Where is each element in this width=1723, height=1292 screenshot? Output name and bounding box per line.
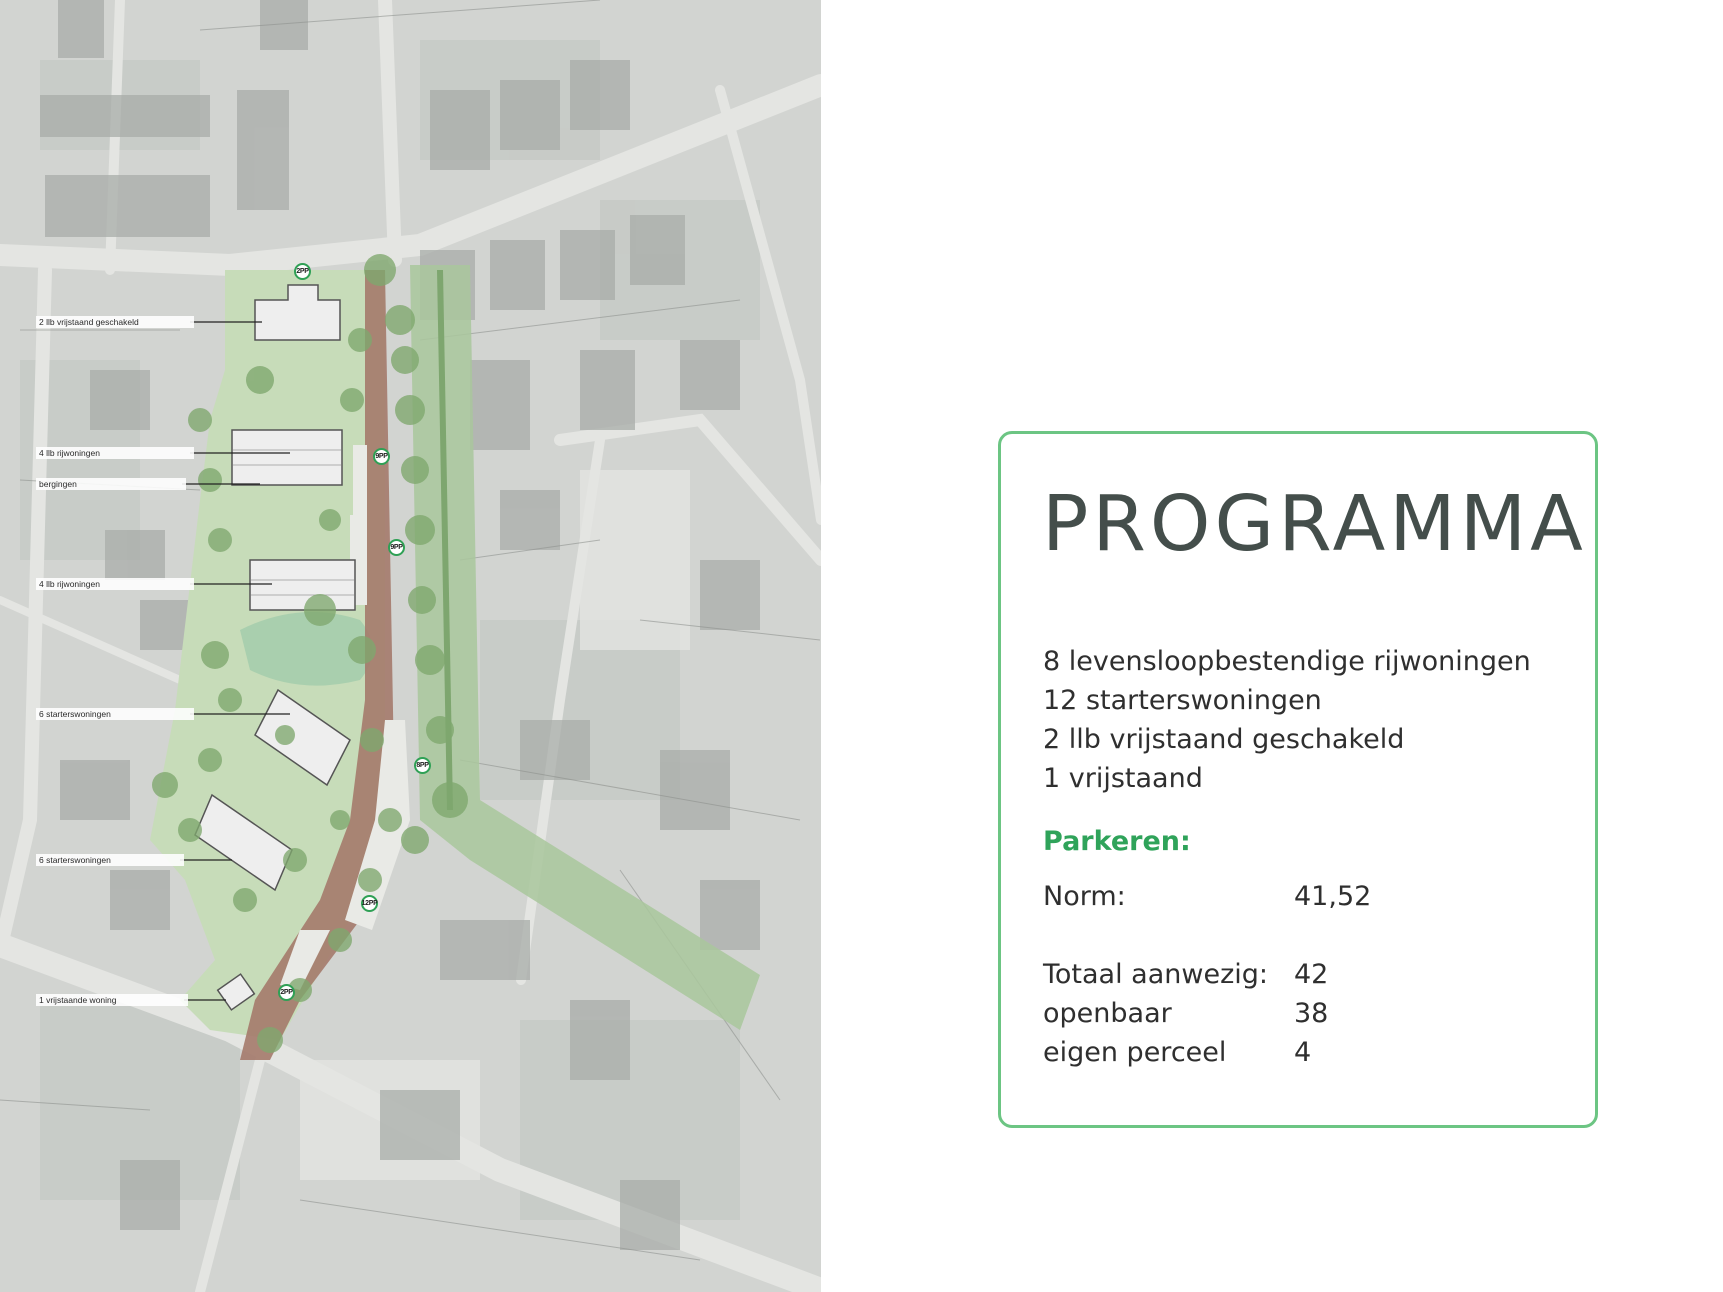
program-list: 8 levensloopbestendige rijwoningen 12 st…	[1043, 642, 1531, 798]
program-item: 1 vrijstaand	[1043, 763, 1203, 794]
program-item: 12 starterswoningen	[1043, 685, 1322, 716]
map-label: bergingen	[36, 478, 186, 490]
map-label: 6 starterswoningen	[36, 854, 184, 866]
program-card: PROGRAMMA 8 levensloopbestendige rijwoni…	[998, 431, 1598, 1128]
program-item: 8 levensloopbestendige rijwoningen	[1043, 646, 1531, 677]
total-label: Totaal aanwezig:	[1043, 959, 1268, 990]
parking-badge: 2PP	[294, 263, 311, 280]
map-label: 1 vrijstaande woning	[36, 994, 188, 1006]
parking-badge: 9PP	[388, 539, 405, 556]
parking-badge: 8PP	[414, 757, 431, 774]
map-label: 4 llb rijwoningen	[36, 578, 194, 590]
own-plot-label: eigen perceel	[1043, 1037, 1227, 1068]
total-value: 42	[1294, 959, 1329, 990]
parking-badge: 2PP	[278, 984, 295, 1001]
public-label: openbaar	[1043, 998, 1172, 1029]
parking-badge: 9PP	[373, 448, 390, 465]
site-plan-map: 2 llb vrijstaand geschakeld 4 llb rijwon…	[0, 0, 821, 1292]
parking-badge: 12PP	[361, 895, 378, 912]
map-label: 2 llb vrijstaand geschakeld	[36, 316, 194, 328]
parking-heading: Parkeren:	[1043, 826, 1191, 857]
program-title: PROGRAMMA	[1042, 480, 1587, 569]
program-item: 2 llb vrijstaand geschakeld	[1043, 724, 1405, 755]
public-value: 38	[1294, 998, 1329, 1029]
norm-label: Norm:	[1043, 881, 1126, 912]
map-label: 6 starterswoningen	[36, 708, 194, 720]
aerial-map-drawing	[0, 0, 821, 1292]
own-plot-value: 4	[1294, 1037, 1312, 1068]
norm-value: 41,52	[1294, 881, 1372, 912]
map-label: 4 llb rijwoningen	[36, 447, 194, 459]
